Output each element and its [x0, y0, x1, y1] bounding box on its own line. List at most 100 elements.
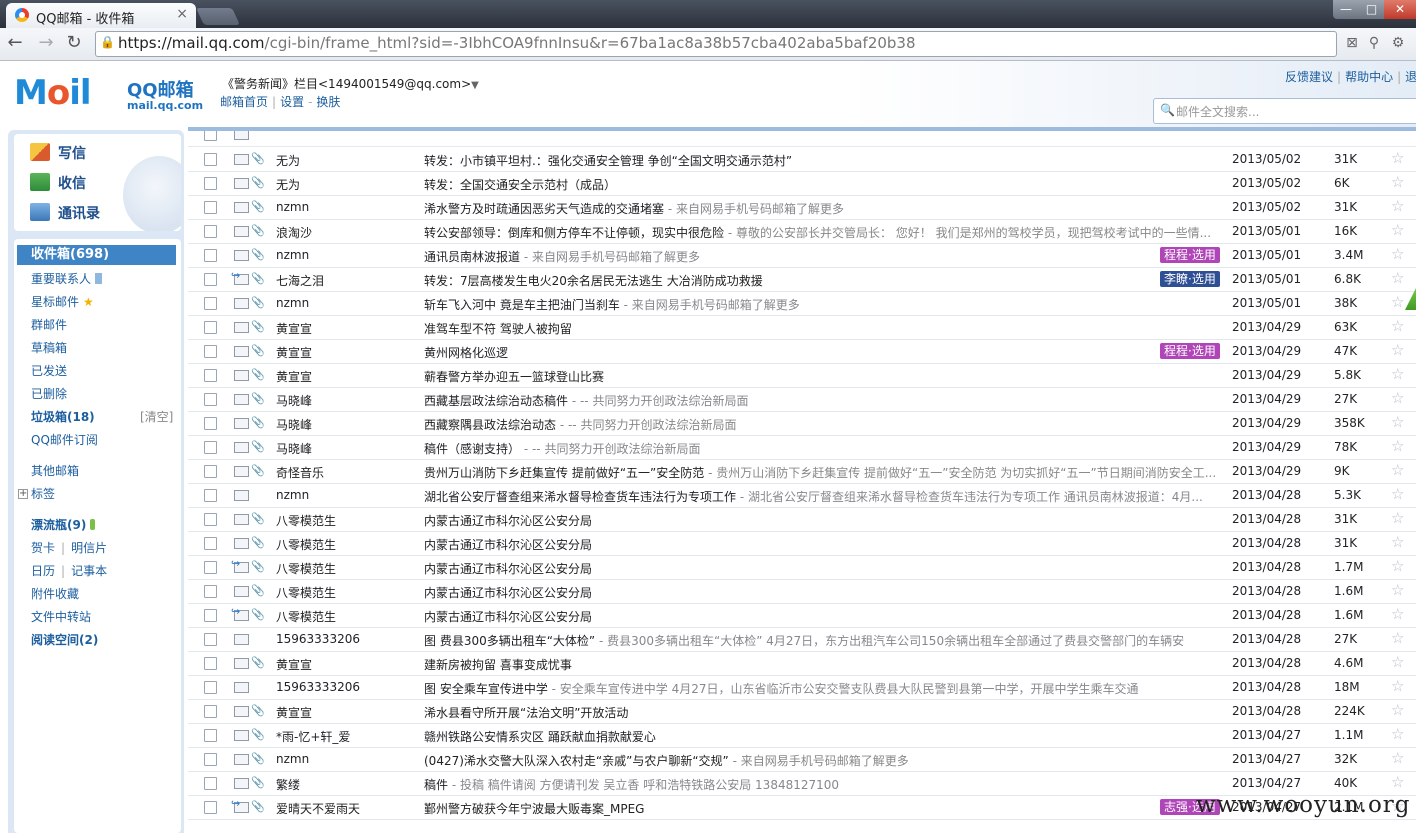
star-outline-icon[interactable]: ☆ [1391, 437, 1404, 455]
row-checkbox[interactable] [204, 801, 217, 814]
table-row[interactable]: 📎 马晓峰 西藏察隅县政法综治动态 - -- 共同努力开创政法综治新局面 2013/0… [188, 411, 1416, 436]
email-subject[interactable]: 通讯员南林波报道 - 来自网易手机号码邮箱了解更多 [424, 248, 1224, 265]
email-subject[interactable]: 贵州万山消防下乡赶集宣传 提前做好“五一”安全防范 - 贵州万山消防下乡赶集宣传… [424, 464, 1224, 481]
folder-group[interactable]: 群邮件 [31, 316, 67, 333]
email-sender[interactable]: 15963333206 [276, 680, 360, 694]
row-checkbox[interactable] [204, 513, 217, 526]
window-close-button[interactable]: ✕ [1384, 0, 1416, 19]
contacts-button[interactable]: 通讯录 [30, 203, 100, 223]
link-calendar[interactable]: 日历 [31, 564, 55, 578]
email-sender[interactable]: nzmn [276, 296, 309, 310]
email-subject[interactable]: 鄞州警方破获今年宁波最大贩毒案_MPEG [424, 800, 1224, 817]
email-subject[interactable]: 内蒙古通辽市科尔沁区公安分局 [424, 512, 1224, 529]
link-postcard[interactable]: 明信片 [71, 541, 107, 555]
link-help[interactable]: 帮助中心 [1345, 70, 1393, 84]
email-subject[interactable]: 稿件（感谢支持） - -- 共同努力开创政法综治新局面 [424, 440, 1224, 457]
back-arrow-icon[interactable]: ← [3, 32, 27, 56]
table-row[interactable]: 📎 马晓峰 西藏基层政法综治动态稿件 - -- 共同努力开创政法综治新局面 2013/… [188, 387, 1416, 412]
table-row[interactable]: 📎 七海之泪 转发：7层高楼发生电火20余名居民无法逃生 大冶消防成功救援李瞭·选用… [188, 267, 1416, 292]
star-outline-icon[interactable]: ☆ [1391, 509, 1404, 527]
search-input[interactable]: 🔍 邮件全文搜索... [1153, 98, 1416, 124]
email-subject[interactable]: 转发：全国交通安全示范村（成品） [424, 176, 1224, 193]
email-sender[interactable]: 八零模范生 [276, 512, 336, 529]
row-checkbox[interactable] [204, 489, 217, 502]
star-outline-icon[interactable]: ☆ [1391, 629, 1404, 647]
table-row[interactable]: 📎 nzmn 通讯员南林波报道 - 来自网易手机号码邮箱了解更多 程程·选用 2013/… [188, 243, 1416, 268]
row-checkbox[interactable] [204, 273, 217, 286]
email-sender[interactable]: 八零模范生 [276, 584, 336, 601]
row-checkbox[interactable] [204, 537, 217, 550]
star-outline-icon[interactable]: ☆ [1391, 413, 1404, 431]
email-sender[interactable]: 奇怪音乐 [276, 464, 324, 481]
email-sender[interactable]: 八零模范生 [276, 536, 336, 553]
email-sender[interactable]: 无为 [276, 176, 300, 193]
table-row[interactable]: 📎 八零模范生 内蒙古通辽市科尔沁区公安分局 2013/04/28 1.6M ☆ [188, 579, 1416, 604]
email-subject[interactable]: 内蒙古通辽市科尔沁区公安分局 [424, 584, 1224, 601]
star-outline-icon[interactable]: ☆ [1391, 269, 1404, 287]
star-outline-icon[interactable]: ☆ [1391, 557, 1404, 575]
row-checkbox[interactable] [204, 657, 217, 670]
email-subject[interactable]: 浠水县看守所开展“法治文明”开放活动 [424, 704, 1224, 721]
link-card[interactable]: 贺卡 [31, 541, 55, 555]
email-sender[interactable]: 15963333206 [276, 632, 360, 646]
row-checkbox[interactable] [204, 393, 217, 406]
star-outline-icon[interactable]: ☆ [1391, 485, 1404, 503]
row-checkbox[interactable] [204, 705, 217, 718]
email-subject[interactable]: 转发：7层高楼发生电火20余名居民无法逃生 大冶消防成功救援 [424, 272, 1224, 289]
table-row[interactable]: 📎 八零模范生 内蒙古通辽市科尔沁区公安分局 2013/04/28 1.7M ☆ [188, 555, 1416, 580]
email-sender[interactable]: 八零模范生 [276, 608, 336, 625]
email-subject[interactable]: 西藏察隅县政法综治动态 - -- 共同努力开创政法综治新局面 [424, 416, 1224, 433]
email-sender[interactable]: 浪淘沙 [276, 224, 312, 241]
email-subject[interactable]: (0427)浠水交警大队深入农村走“亲戚”与农户聊新“交规” - 来自网易手机号… [424, 752, 1224, 769]
email-sender[interactable]: 无为 [276, 152, 300, 169]
star-outline-icon[interactable]: ☆ [1391, 341, 1404, 359]
row-checkbox[interactable] [204, 369, 217, 382]
email-sender[interactable]: 八零模范生 [276, 560, 336, 577]
write-mail-button[interactable]: 写信 [30, 143, 86, 163]
email-subject[interactable]: 湖北省公安厅督查组来浠水督导检查货车违法行为专项工作 - 湖北省公安厅督查组来浠… [424, 488, 1224, 505]
extension-icon[interactable]: ⚲ [1365, 35, 1383, 53]
star-outline-icon[interactable]: ☆ [1391, 245, 1404, 263]
folder-tags[interactable]: 标签 [31, 485, 55, 502]
folder-spam[interactable]: 垃圾箱(18) [31, 408, 95, 425]
star-outline-icon[interactable]: ☆ [1391, 773, 1404, 791]
star-outline-icon[interactable]: ☆ [1391, 221, 1404, 239]
row-checkbox[interactable] [204, 753, 217, 766]
window-minimize-button[interactable]: — [1333, 0, 1359, 19]
star-outline-icon[interactable]: ☆ [1391, 365, 1404, 383]
row-checkbox[interactable] [204, 417, 217, 430]
table-row[interactable]: 📎 nzmn 浠水警方及时疏通因恶劣天气造成的交通堵塞 - 来自网易手机号码邮箱了解… [188, 195, 1416, 220]
table-row[interactable]: 📎 *雨-忆+轩_爱 赣州铁路公安情系灾区 踊跃献血捐款献爱心 2013/04/27 1… [188, 723, 1416, 748]
star-outline-icon[interactable]: ☆ [1391, 653, 1404, 671]
row-checkbox[interactable] [204, 441, 217, 454]
address-bar[interactable]: 🔒 https://mail.qq.com/cgi-bin/frame_html… [95, 31, 1337, 57]
table-row[interactable]: 15963333206 图 费县300多辆出租车“大体检” - 费县300多辆出租… [188, 627, 1416, 652]
reload-icon[interactable]: ↻ [62, 32, 86, 56]
table-row[interactable]: 📎 八零模范生 内蒙古通辽市科尔沁区公安分局 2013/04/28 1.6M ☆ [188, 603, 1416, 628]
email-subject[interactable]: 内蒙古通辽市科尔沁区公安分局 [424, 560, 1224, 577]
star-outline-icon[interactable]: ☆ [1391, 389, 1404, 407]
table-row[interactable]: 📎 奇怪音乐 贵州万山消防下乡赶集宣传 提前做好“五一”安全防范 - 贵州万山消防下… [188, 459, 1416, 484]
folder-reading-space[interactable]: 阅读空间(2) [31, 631, 98, 648]
email-sender[interactable]: 黄宣宣 [276, 704, 312, 721]
row-checkbox[interactable] [204, 345, 217, 358]
row-checkbox[interactable] [204, 225, 217, 238]
star-outline-icon[interactable]: ☆ [1391, 533, 1404, 551]
folder-subscription[interactable]: QQ邮件订阅 [31, 431, 98, 448]
folder-important[interactable]: 重要联系人 [31, 270, 103, 287]
star-outline-icon[interactable]: ☆ [1391, 197, 1404, 215]
folder-attachments[interactable]: 附件收藏 [31, 585, 79, 602]
table-row[interactable]: nzmn 湖北省公安厅督查组来浠水督导检查货车违法行为专项工作 - 湖北省公安厅督… [188, 483, 1416, 508]
row-checkbox[interactable] [204, 321, 217, 334]
popup-blocked-icon[interactable]: ⊠ [1343, 35, 1361, 53]
row-checkbox[interactable] [204, 297, 217, 310]
account-name[interactable]: 《警务新闻》栏目<1494001549@qq.com>▼ [222, 75, 479, 92]
row-checkbox[interactable] [204, 561, 217, 574]
table-row[interactable] [188, 131, 1416, 147]
email-sender[interactable]: 繁缕 [276, 776, 300, 793]
star-outline-icon[interactable]: ☆ [1391, 173, 1404, 191]
email-subject[interactable]: 图 安全乘车宣传进中学 - 安全乘车宣传进中学 4月27日，山东省临沂市公安交警… [424, 680, 1224, 697]
table-row[interactable]: 📎 浪淘沙 转公安部领导：倒库和侧方停车不让停顿，现实中很危险 - 尊敬的公安部长并… [188, 219, 1416, 244]
row-checkbox[interactable] [204, 201, 217, 214]
email-sender[interactable]: nzmn [276, 248, 309, 262]
